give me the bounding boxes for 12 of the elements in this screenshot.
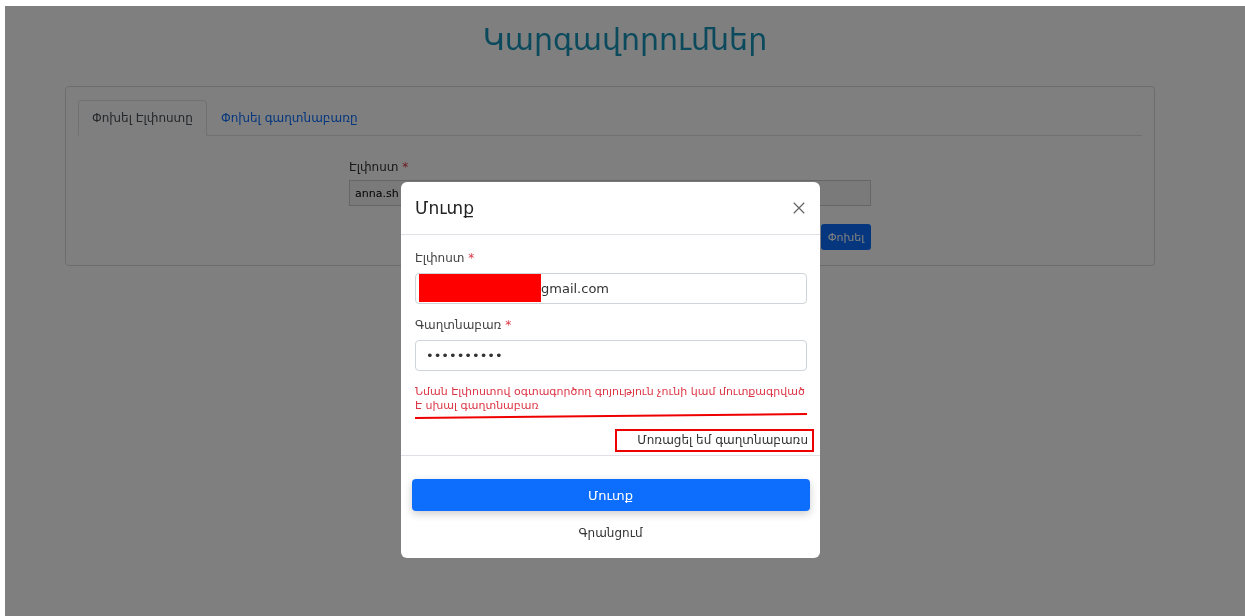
- error-message: Նման Էլփոստով օգտագործող գոյություն չունի կամ մուտքագրված Է սխալ գաղտնաբառ: [415, 385, 806, 413]
- dialog-title: Մուտք: [415, 198, 474, 218]
- forgot-password-link[interactable]: Մոռացել եմ գաղտնաբառս: [615, 429, 814, 452]
- close-icon[interactable]: [792, 201, 806, 215]
- input-field[interactable]: ••••••••••: [415, 340, 807, 371]
- field-label: Էլփոստ *: [415, 251, 476, 267]
- login-button[interactable]: Մուտք: [411, 479, 810, 511]
- field-label: Գաղտնաբառ *: [415, 318, 513, 334]
- page-title: Կարգավորումներ: [481, 21, 769, 59]
- field-label: Էլփոստ *: [349, 160, 410, 176]
- tab[interactable]: Փոխել Էլփոստը: [78, 100, 207, 136]
- register-link[interactable]: Գրանցում: [578, 526, 643, 540]
